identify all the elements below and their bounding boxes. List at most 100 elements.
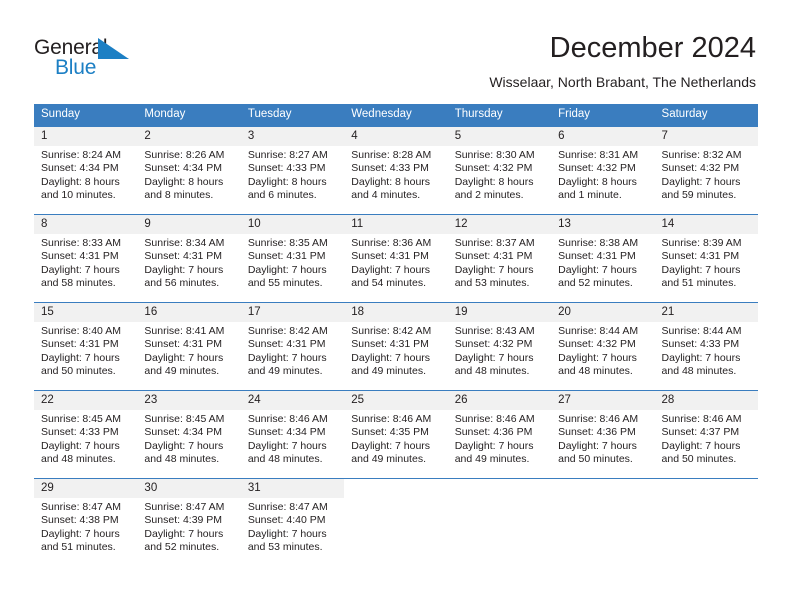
- calendar-day-cell[interactable]: 28 Sunrise: 8:46 AM Sunset: 4:37 PM Dayligh…: [654, 390, 758, 478]
- calendar-day-cell[interactable]: 30 Sunrise: 8:47 AM Sunset: 4:39 PM Dayligh…: [137, 478, 241, 566]
- calendar-day-cell[interactable]: 21 Sunrise: 8:44 AM Sunset: 4:33 PM Dayligh…: [654, 302, 758, 390]
- sunrise-text: Sunrise: 8:33 AM: [41, 237, 121, 249]
- calendar-cell-empty: [654, 478, 758, 566]
- daylight-text: Daylight: 7 hours and 49 minutes.: [144, 351, 224, 378]
- sunrise-text: Sunrise: 8:38 AM: [558, 237, 639, 249]
- calendar-day-cell[interactable]: 18 Sunrise: 8:42 AM Sunset: 4:31 PM Dayligh…: [344, 302, 448, 390]
- calendar-day-cell[interactable]: 13 Sunrise: 8:38 AM Sunset: 4:31 PM Dayligh…: [551, 214, 655, 302]
- day-number: [344, 479, 448, 498]
- calendar-day-cell[interactable]: 4 Sunrise: 8:28 AM Sunset: 4:33 PM Daylight…: [344, 126, 448, 214]
- calendar-day-cell[interactable]: 25 Sunrise: 8:46 AM Sunset: 4:35 PM Dayligh…: [344, 390, 448, 478]
- calendar-day-cell[interactable]: 3 Sunrise: 8:27 AM Sunset: 4:33 PM Daylight…: [240, 126, 345, 214]
- day-number: 6: [551, 127, 655, 146]
- day-details: Sunrise: 8:35 AM Sunset: 4:31 PM Daylight:…: [241, 234, 344, 291]
- sunset-text: Sunset: 4:32 PM: [454, 338, 533, 351]
- daylight-text: Daylight: 7 hours and 53 minutes.: [454, 263, 534, 290]
- column-header-sunday: Sunday: [34, 104, 138, 126]
- day-number: [551, 479, 655, 498]
- day-number: 10: [240, 215, 345, 234]
- sunset-text: Sunset: 4:31 PM: [661, 250, 740, 263]
- daylight-text: Daylight: 7 hours and 51 minutes.: [661, 263, 741, 290]
- calendar-week-row: 8 Sunrise: 8:33 AM Sunset: 4:31 PM Daylight…: [34, 214, 758, 302]
- day-details: Sunrise: 8:39 AM Sunset: 4:31 PM Daylight:…: [655, 234, 758, 291]
- page-header: General Blue December 2024 Wisselaar, No…: [0, 0, 792, 100]
- day-number: 27: [551, 391, 655, 410]
- calendar-day-cell[interactable]: 2 Sunrise: 8:26 AM Sunset: 4:34 PM Daylight…: [137, 126, 241, 214]
- day-details: Sunrise: 8:40 AM Sunset: 4:31 PM Daylight:…: [34, 322, 137, 379]
- day-number: 21: [654, 303, 758, 322]
- sunset-text: Sunset: 4:31 PM: [247, 338, 326, 351]
- sunset-text: Sunset: 4:31 PM: [41, 250, 119, 263]
- calendar-day-cell[interactable]: 24 Sunrise: 8:46 AM Sunset: 4:34 PM Dayligh…: [240, 390, 345, 478]
- calendar-day-cell[interactable]: 1 Sunrise: 8:24 AM Sunset: 4:34 PM Daylight…: [34, 126, 138, 214]
- daylight-text: Daylight: 7 hours and 53 minutes.: [247, 527, 327, 554]
- brand-logo[interactable]: General Blue: [34, 36, 154, 86]
- calendar-day-cell[interactable]: 6 Sunrise: 8:31 AM Sunset: 4:32 PM Daylight…: [551, 126, 655, 214]
- day-number: 4: [344, 127, 448, 146]
- daylight-text: Daylight: 8 hours and 8 minutes.: [144, 175, 224, 202]
- calendar-day-cell[interactable]: 11 Sunrise: 8:36 AM Sunset: 4:31 PM Dayligh…: [344, 214, 448, 302]
- sunrise-text: Sunrise: 8:24 AM: [41, 149, 121, 161]
- day-number: 29: [34, 479, 138, 498]
- sunset-text: Sunset: 4:34 PM: [41, 162, 119, 175]
- calendar-week-row: 15 Sunrise: 8:40 AM Sunset: 4:31 PM Dayligh…: [34, 302, 758, 390]
- column-header-thursday: Thursday: [447, 104, 552, 126]
- day-details: Sunrise: 8:47 AM Sunset: 4:38 PM Daylight:…: [34, 498, 137, 555]
- calendar-day-cell[interactable]: 19 Sunrise: 8:43 AM Sunset: 4:32 PM Dayligh…: [447, 302, 552, 390]
- day-details: Sunrise: 8:45 AM Sunset: 4:33 PM Daylight:…: [34, 410, 137, 467]
- calendar-day-cell[interactable]: 23 Sunrise: 8:45 AM Sunset: 4:34 PM Dayligh…: [137, 390, 241, 478]
- day-number: 28: [654, 391, 758, 410]
- sunset-text: Sunset: 4:32 PM: [454, 162, 533, 175]
- day-number: 12: [447, 215, 552, 234]
- day-number: 19: [447, 303, 552, 322]
- sunset-text: Sunset: 4:34 PM: [247, 426, 326, 439]
- sunset-text: Sunset: 4:31 PM: [144, 250, 223, 263]
- calendar-day-cell[interactable]: 14 Sunrise: 8:39 AM Sunset: 4:31 PM Dayligh…: [654, 214, 758, 302]
- calendar-day-cell[interactable]: 20 Sunrise: 8:44 AM Sunset: 4:32 PM Dayligh…: [551, 302, 655, 390]
- sunset-text: Sunset: 4:36 PM: [454, 426, 533, 439]
- calendar-grid: Sunday Monday Tuesday Wednesday Thursday…: [34, 104, 758, 566]
- daylight-text: Daylight: 7 hours and 49 minutes.: [351, 351, 431, 378]
- sunrise-text: Sunrise: 8:30 AM: [454, 149, 535, 161]
- sunrise-text: Sunrise: 8:44 AM: [558, 325, 639, 337]
- calendar-day-cell[interactable]: 16 Sunrise: 8:41 AM Sunset: 4:31 PM Dayligh…: [137, 302, 241, 390]
- day-details: Sunrise: 8:31 AM Sunset: 4:32 PM Daylight:…: [551, 146, 654, 203]
- calendar-day-cell[interactable]: 9 Sunrise: 8:34 AM Sunset: 4:31 PM Daylight…: [137, 214, 241, 302]
- calendar-day-cell[interactable]: 17 Sunrise: 8:42 AM Sunset: 4:31 PM Dayligh…: [240, 302, 345, 390]
- daylight-text: Daylight: 7 hours and 49 minutes.: [351, 439, 431, 466]
- calendar-cell-empty: [447, 478, 552, 566]
- sunrise-text: Sunrise: 8:47 AM: [41, 501, 121, 513]
- column-header-wednesday: Wednesday: [344, 104, 448, 126]
- calendar-day-cell[interactable]: 8 Sunrise: 8:33 AM Sunset: 4:31 PM Daylight…: [34, 214, 138, 302]
- day-number: 2: [137, 127, 241, 146]
- calendar-day-cell[interactable]: 22 Sunrise: 8:45 AM Sunset: 4:33 PM Dayligh…: [34, 390, 138, 478]
- sunrise-text: Sunrise: 8:36 AM: [351, 237, 432, 249]
- sunset-text: Sunset: 4:32 PM: [558, 162, 636, 175]
- daylight-text: Daylight: 7 hours and 59 minutes.: [661, 175, 741, 202]
- calendar-day-cell[interactable]: 12 Sunrise: 8:37 AM Sunset: 4:31 PM Dayligh…: [447, 214, 552, 302]
- page-subtitle: Wisselaar, North Brabant, The Netherland…: [489, 74, 756, 90]
- daylight-text: Daylight: 7 hours and 50 minutes.: [558, 439, 637, 466]
- sunrise-text: Sunrise: 8:46 AM: [247, 413, 328, 425]
- day-details: Sunrise: 8:28 AM Sunset: 4:33 PM Daylight:…: [344, 146, 447, 203]
- day-number: [447, 479, 552, 498]
- daylight-text: Daylight: 8 hours and 4 minutes.: [351, 175, 431, 202]
- sunset-text: Sunset: 4:33 PM: [351, 162, 429, 175]
- calendar-week-row: 1 Sunrise: 8:24 AM Sunset: 4:34 PM Daylight…: [34, 126, 758, 214]
- daylight-text: Daylight: 7 hours and 58 minutes.: [41, 263, 120, 290]
- calendar-day-cell[interactable]: 26 Sunrise: 8:46 AM Sunset: 4:36 PM Dayligh…: [447, 390, 552, 478]
- calendar-day-cell[interactable]: 31 Sunrise: 8:47 AM Sunset: 4:40 PM Dayligh…: [240, 478, 345, 566]
- calendar-day-cell[interactable]: 5 Sunrise: 8:30 AM Sunset: 4:32 PM Daylight…: [447, 126, 552, 214]
- calendar-day-cell[interactable]: 27 Sunrise: 8:46 AM Sunset: 4:36 PM Dayligh…: [551, 390, 655, 478]
- column-header-monday: Monday: [137, 104, 241, 126]
- sunrise-text: Sunrise: 8:35 AM: [247, 237, 328, 249]
- sunset-text: Sunset: 4:33 PM: [41, 426, 119, 439]
- calendar-day-cell[interactable]: 29 Sunrise: 8:47 AM Sunset: 4:38 PM Dayligh…: [34, 478, 138, 566]
- calendar-day-cell[interactable]: 15 Sunrise: 8:40 AM Sunset: 4:31 PM Dayligh…: [34, 302, 138, 390]
- sunset-text: Sunset: 4:31 PM: [144, 338, 223, 351]
- day-details: Sunrise: 8:24 AM Sunset: 4:34 PM Daylight:…: [34, 146, 137, 203]
- sunset-text: Sunset: 4:31 PM: [558, 250, 636, 263]
- calendar-day-cell[interactable]: 10 Sunrise: 8:35 AM Sunset: 4:31 PM Dayligh…: [240, 214, 345, 302]
- calendar-day-cell[interactable]: 7 Sunrise: 8:32 AM Sunset: 4:32 PM Daylight…: [654, 126, 758, 214]
- sunrise-text: Sunrise: 8:46 AM: [661, 413, 742, 425]
